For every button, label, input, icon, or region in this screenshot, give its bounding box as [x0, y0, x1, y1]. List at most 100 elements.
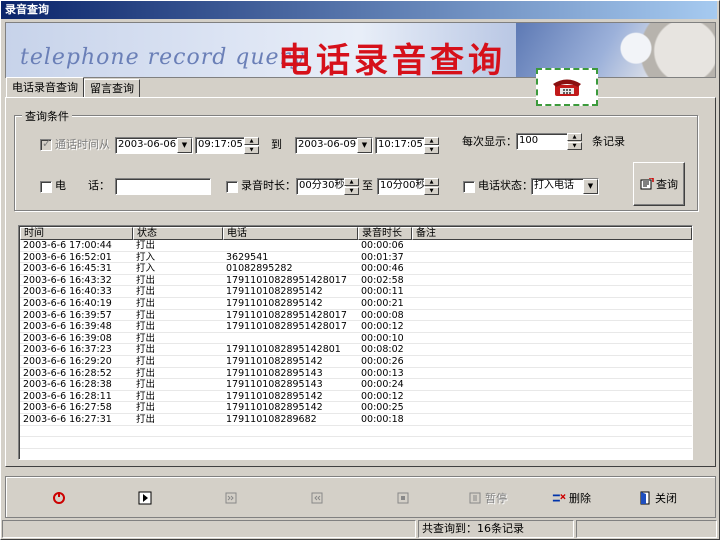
table-row[interactable]: 2003-6-6 16:27:31 打出 179110108289682 00:00:…: [20, 414, 692, 426]
table-row[interactable]: 2003-6-6 16:29:20 打出 179110108289514​2 00:0…: [20, 356, 692, 368]
cell-note: [412, 414, 692, 425]
pause-button[interactable]: 暂停: [468, 487, 507, 509]
cell-status: 打出: [136, 332, 156, 344]
cell-duration: 00:00:24: [361, 379, 404, 390]
table-row[interactable]: 2003-6-6 16:27:58 打出 179110108289514​2 00:0…: [20, 402, 692, 414]
record-list-body: 2003-6-6 17:00:44 打出 00:00:06 2003-6-6 16:5…: [19, 240, 692, 459]
cell-status: 打入: [136, 263, 156, 274]
from-time-spinner[interactable]: ▲ ▼: [244, 137, 259, 154]
cell-time: 2003-6-6 16:28:11: [23, 390, 112, 402]
table-row[interactable]: 2003-6-6 16:39:48 打出 17911010828951428017 0…: [20, 321, 692, 333]
cell-status: 打出: [136, 297, 156, 309]
stop-button[interactable]: [396, 487, 410, 509]
cell-status: 打出: [136, 309, 156, 321]
cell-duration: 00:01:37: [361, 251, 404, 263]
cell-time: 2003-6-6 16:27:31: [23, 413, 112, 425]
cell-status: 打出: [136, 286, 156, 297]
rewind-button[interactable]: [310, 487, 324, 509]
to-date-dropdown-icon[interactable]: ▼: [357, 138, 372, 153]
column-header-status[interactable]: 状态: [133, 227, 223, 240]
phone-checkbox[interactable]: [40, 181, 52, 193]
call-status-label: 电话状态：: [478, 179, 533, 192]
tab-message-query[interactable]: 留言查询: [84, 79, 140, 97]
play-button[interactable]: [138, 487, 152, 509]
cell-phone: 179110108289514​2: [226, 355, 323, 367]
search-icon: [640, 177, 654, 191]
duration-to-field[interactable]: 10分00秒: [377, 178, 425, 195]
table-row[interactable]: 2003-6-6 16:39:57 打出 17911010828951428017 0…: [20, 310, 692, 322]
duration-from-field[interactable]: 00分30秒: [296, 178, 346, 195]
empty-row: [20, 426, 692, 438]
cell-note: [412, 275, 692, 286]
duration-to-spinner[interactable]: ▲ ▼: [424, 178, 439, 195]
cell-note: [412, 356, 692, 367]
per-page-field[interactable]: 100: [516, 133, 568, 150]
tab-phone-record-query[interactable]: 电话录音查询: [6, 77, 84, 97]
cell-status: 打出: [136, 321, 156, 332]
status-bar: 共查询到：16条记录: [2, 520, 717, 538]
call-time-label: 通话时间从: [55, 138, 110, 151]
table-row[interactable]: 2003-6-6 16:28:38 打出 179110108289514​3 00:0…: [20, 379, 692, 391]
table-row[interactable]: 2003-6-6 16:40:33 打出 179110108289514​2 00:0…: [20, 286, 692, 298]
cell-phone: 179110108289514​2: [226, 286, 323, 297]
table-row[interactable]: 2003-6-6 16:45:31 打入 01082895282 00:00:46: [20, 263, 692, 275]
table-row[interactable]: 2003-6-6 16:37:23 打出 1791101082895142801 00…: [20, 344, 692, 356]
table-row[interactable]: 2003-6-6 16:40:19 打出 179110108289514​2 00:0…: [20, 298, 692, 310]
table-row[interactable]: 2003-6-6 16:28:52 打出 179110108289514​3 00:0…: [20, 368, 692, 380]
per-page-spinner[interactable]: ▲ ▼: [567, 133, 582, 150]
replay-icon: [52, 491, 66, 505]
cell-time: 2003-6-6 16:40:19: [23, 297, 112, 309]
search-button[interactable]: 查询: [633, 162, 685, 206]
cell-status: 打出: [136, 367, 156, 379]
table-row[interactable]: 2003-6-6 16:52:01 打入 3629541 00:01:37: [20, 252, 692, 264]
column-header-duration[interactable]: 录音时长: [358, 227, 412, 240]
cell-time: 2003-6-6 16:39:48: [23, 321, 112, 332]
banner-english-title: telephone record query: [20, 45, 305, 70]
duration-from-spinner[interactable]: ▲ ▼: [344, 178, 359, 195]
cell-phone: [223, 240, 358, 251]
column-header-phone[interactable]: 电话: [223, 227, 358, 240]
per-page-unit: 条记录: [592, 135, 625, 148]
banner-chinese-title: 电话录音查询: [278, 41, 506, 78]
play-icon: [138, 491, 152, 505]
table-row[interactable]: 2003-6-6 16:39:08 打出 00:00:10: [20, 333, 692, 345]
status-panel-right: [576, 520, 717, 538]
column-header-time[interactable]: 时间: [20, 227, 133, 240]
table-row[interactable]: 2003-6-6 16:43:32 打出 17911010828951428017 0…: [20, 275, 692, 287]
window-title: 录音查询: [1, 1, 717, 19]
to-time-spinner[interactable]: ▲ ▼: [424, 137, 439, 154]
duration-checkbox[interactable]: [226, 181, 238, 193]
cell-status: 打出: [136, 355, 156, 367]
replay-button[interactable]: [52, 487, 66, 509]
call-status-dropdown-icon[interactable]: ▼: [583, 179, 598, 194]
cell-duration: 00:00:25: [361, 402, 404, 413]
player-toolbar: [5, 476, 716, 518]
cell-duration: 00:00:11: [361, 286, 404, 297]
phone-label: 电 话：: [55, 179, 110, 192]
cell-status: 打出: [136, 413, 156, 425]
record-list[interactable]: 时间 状态 电话 录音时长 备注 2003-6-6 17:00:44 打出 00:0…: [18, 225, 693, 460]
cell-status: 打出: [136, 379, 156, 390]
fast-forward-button[interactable]: [224, 487, 238, 509]
cell-note: [412, 391, 692, 402]
call-time-checkbox[interactable]: [40, 137, 52, 151]
close-button[interactable]: 关闭: [638, 487, 677, 509]
cell-duration: 00:02:58: [361, 274, 404, 286]
phone-input[interactable]: [115, 178, 211, 195]
cell-phone: 17911010828951428017: [226, 274, 347, 286]
cell-duration: 00:00:12: [361, 390, 404, 402]
cell-time: 2003-6-6 16:27:58: [23, 402, 112, 413]
to-label: 到: [271, 138, 282, 151]
cell-time: 2003-6-6 16:40:33: [23, 286, 112, 297]
table-row[interactable]: 2003-6-6 17:00:44 打出 00:00:06: [20, 240, 692, 252]
stop-icon: [396, 491, 410, 505]
call-status-checkbox[interactable]: [463, 181, 475, 193]
delete-button[interactable]: 删除: [552, 487, 591, 509]
cell-note: [412, 240, 692, 251]
exit-door-icon: [638, 491, 652, 505]
from-date-dropdown-icon[interactable]: ▼: [177, 138, 192, 153]
column-header-note[interactable]: 备注: [412, 227, 692, 240]
table-row[interactable]: 2003-6-6 16:28:11 打出 179110108289514​2 00:0…: [20, 391, 692, 403]
cell-duration: 00:00:08: [361, 309, 404, 321]
cell-time: 2003-6-6 16:45:31: [23, 263, 112, 274]
